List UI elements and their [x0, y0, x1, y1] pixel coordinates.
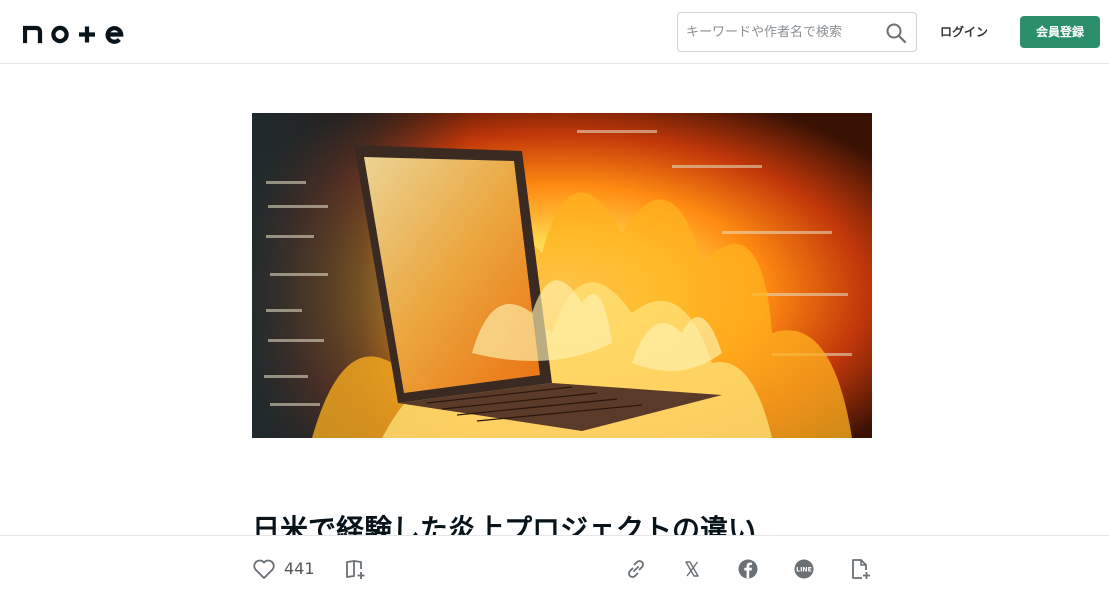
add-to-magazine-icon[interactable] [343, 556, 369, 582]
search-input[interactable] [686, 13, 882, 51]
search-icon[interactable] [885, 22, 907, 44]
svg-text:LINE: LINE [796, 566, 812, 573]
site-header: ログイン 会員登録 [0, 0, 1109, 64]
login-button[interactable]: ログイン [932, 12, 996, 52]
article-action-bar: 441 LINE [0, 535, 1109, 600]
x-icon[interactable] [679, 556, 705, 582]
note-logo[interactable] [22, 17, 125, 47]
heart-icon[interactable] [251, 556, 277, 582]
link-icon[interactable] [623, 556, 649, 582]
note-add-icon[interactable] [847, 556, 873, 582]
search-box [677, 12, 917, 52]
hero-image [252, 113, 872, 438]
line-icon[interactable]: LINE [791, 556, 817, 582]
signup-button[interactable]: 会員登録 [1020, 16, 1100, 48]
facebook-icon[interactable] [735, 556, 761, 582]
like-count: 441 [284, 559, 315, 578]
